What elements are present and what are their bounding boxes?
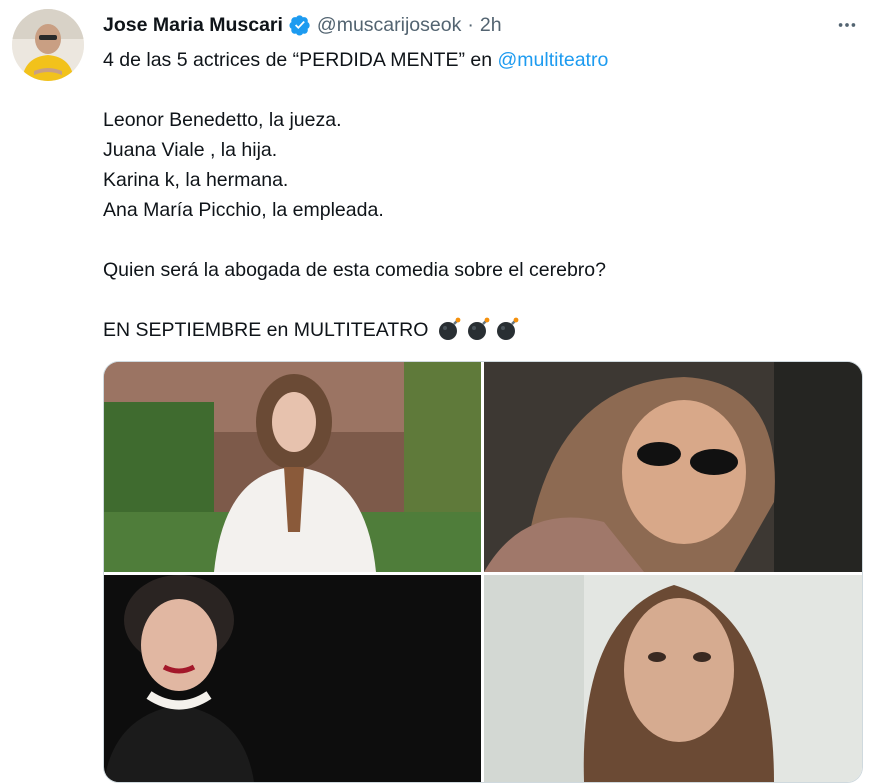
tweet-line-4: Karina k, la hermana. [103, 169, 289, 191]
verified-badge-icon [289, 14, 311, 36]
author-name[interactable]: Jose Maria Muscari [103, 14, 283, 37]
tweet-text: 4 de las 5 actrices de “PERDIDA MENTE” e… [103, 45, 843, 345]
tweet-line-1-text: 4 de las 5 actrices de “PERDIDA MENTE” e… [103, 49, 498, 71]
avatar-image [12, 9, 84, 81]
photo-1[interactable] [104, 362, 481, 572]
tweet-line-6: Quien será la abogada de esta comedia so… [103, 259, 606, 281]
photo-4[interactable] [484, 575, 862, 782]
tweet-timestamp[interactable]: 2h [480, 14, 502, 37]
mention-link[interactable]: @multiteatro [497, 49, 608, 71]
photo-2[interactable] [484, 362, 862, 572]
tweet-header: Jose Maria Muscari @muscarijoseok · 2h [103, 11, 502, 39]
more-options-icon[interactable] [834, 12, 860, 38]
tweet-line-1: 4 de las 5 actrices de “PERDIDA MENTE” e… [103, 45, 843, 75]
tweet-line-2: Leonor Benedetto, la jueza. [103, 109, 342, 131]
author-handle[interactable]: @muscarijoseok [317, 14, 461, 37]
author-avatar[interactable] [12, 9, 84, 81]
media-grid [103, 361, 863, 783]
separator-dot: · [467, 13, 474, 36]
tweet-line-5: Ana María Picchio, la empleada. [103, 199, 384, 221]
bomb-emoji-icon [466, 316, 492, 342]
bomb-emoji-icon [437, 316, 463, 342]
bomb-emoji-icon [495, 316, 521, 342]
photo-3[interactable] [104, 575, 481, 782]
tweet-line-7: EN SEPTIEMBRE en MULTITEATRO [103, 315, 843, 345]
tweet-line-3: Juana Viale , la hija. [103, 139, 278, 161]
tweet-line-7-text: EN SEPTIEMBRE en MULTITEATRO [103, 319, 429, 341]
